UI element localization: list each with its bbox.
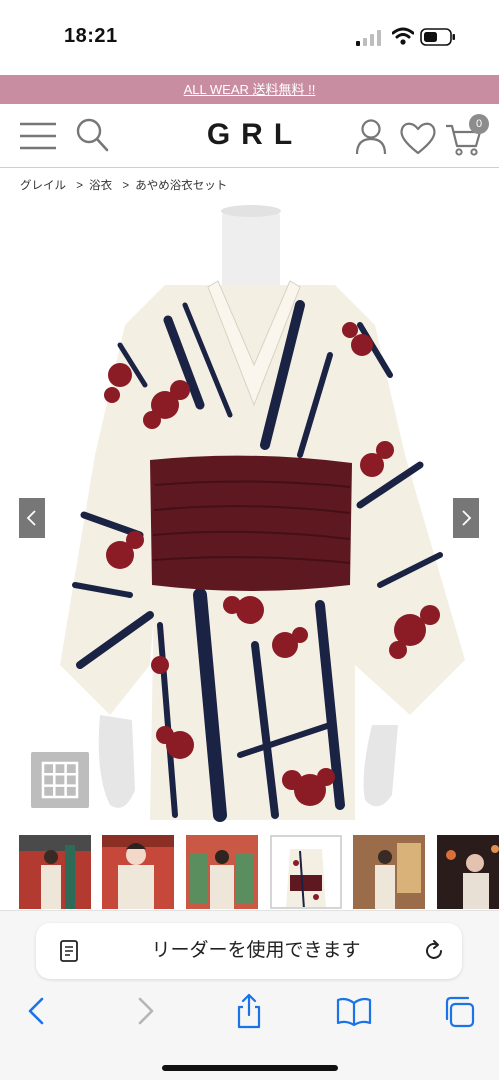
forward-icon bbox=[138, 997, 154, 1025]
account-icon bbox=[355, 119, 387, 155]
thumbnail-image bbox=[353, 835, 425, 909]
tabs-button[interactable] bbox=[440, 993, 480, 1029]
home-indicator bbox=[162, 1065, 338, 1071]
gallery-prev-button[interactable] bbox=[19, 498, 45, 538]
forward-button[interactable] bbox=[126, 993, 166, 1029]
breadcrumb: グレイル > 浴衣 > あやめ浴衣セット bbox=[20, 177, 227, 193]
heart-icon bbox=[400, 122, 436, 155]
battery-icon bbox=[420, 28, 455, 46]
reload-icon[interactable] bbox=[422, 939, 446, 963]
breadcrumb-item-current: あやめ浴衣セット bbox=[135, 180, 228, 192]
thumbnail-3[interactable] bbox=[186, 835, 258, 909]
back-icon bbox=[28, 997, 44, 1025]
reader-icon bbox=[60, 940, 78, 962]
gallery-grid-button[interactable] bbox=[31, 752, 89, 808]
bookmarks-icon bbox=[336, 997, 372, 1027]
cart-button[interactable]: 0 bbox=[444, 114, 490, 158]
gallery-next-button[interactable] bbox=[453, 498, 479, 538]
chevron-right-icon bbox=[462, 510, 472, 526]
menu-icon bbox=[20, 122, 56, 150]
thumbnail-1[interactable] bbox=[19, 835, 91, 909]
signal-icon bbox=[356, 30, 381, 46]
thumbnail-image bbox=[19, 835, 91, 909]
breadcrumb-item-yukata[interactable]: 浴衣 bbox=[89, 177, 112, 193]
thumbnail-image bbox=[102, 835, 174, 909]
breadcrumb-item-grl[interactable]: グレイル bbox=[20, 177, 66, 193]
thumbnail-6[interactable] bbox=[437, 835, 499, 909]
thumbnail-4-selected[interactable] bbox=[270, 835, 342, 909]
bookmarks-button[interactable] bbox=[334, 993, 374, 1029]
product-image bbox=[60, 205, 465, 822]
grid-icon bbox=[41, 761, 79, 799]
thumbnail-image bbox=[186, 835, 258, 909]
reader-availability-bar[interactable]: リーダーを使用できます bbox=[36, 923, 462, 979]
account-button[interactable] bbox=[354, 118, 388, 156]
status-bar: 18:21 bbox=[0, 0, 499, 75]
product-image-gallery[interactable] bbox=[0, 205, 499, 825]
favorite-button[interactable] bbox=[398, 120, 438, 156]
thumbnail-5[interactable] bbox=[353, 835, 425, 909]
brand-logo[interactable]: GRL bbox=[185, 115, 315, 155]
thumbnail-strip bbox=[0, 835, 499, 911]
browser-toolbar: リーダーを使用できます bbox=[0, 910, 499, 1080]
thumbnail-image bbox=[270, 835, 342, 909]
breadcrumb-separator: > bbox=[76, 180, 83, 192]
thumbnail-image bbox=[437, 835, 499, 909]
cart-count-badge: 0 bbox=[469, 114, 489, 134]
reader-text: リーダーを使用できます bbox=[151, 940, 361, 961]
wifi-icon bbox=[392, 27, 414, 45]
search-button[interactable] bbox=[74, 116, 110, 156]
tabs-icon bbox=[445, 996, 475, 1028]
promo-link[interactable]: ALL WEAR 送料無料 !! bbox=[184, 75, 316, 104]
breadcrumb-separator: > bbox=[122, 180, 130, 192]
site-header: GRL 0 bbox=[0, 104, 499, 168]
menu-button[interactable] bbox=[18, 118, 58, 154]
status-time: 18:21 bbox=[64, 25, 118, 47]
back-button[interactable] bbox=[18, 993, 58, 1029]
share-button[interactable] bbox=[229, 993, 269, 1029]
promo-banner: ALL WEAR 送料無料 !! bbox=[0, 75, 499, 104]
share-icon bbox=[237, 993, 261, 1029]
thumbnail-2[interactable] bbox=[102, 835, 174, 909]
chevron-left-icon bbox=[26, 510, 36, 526]
search-icon bbox=[76, 118, 109, 152]
